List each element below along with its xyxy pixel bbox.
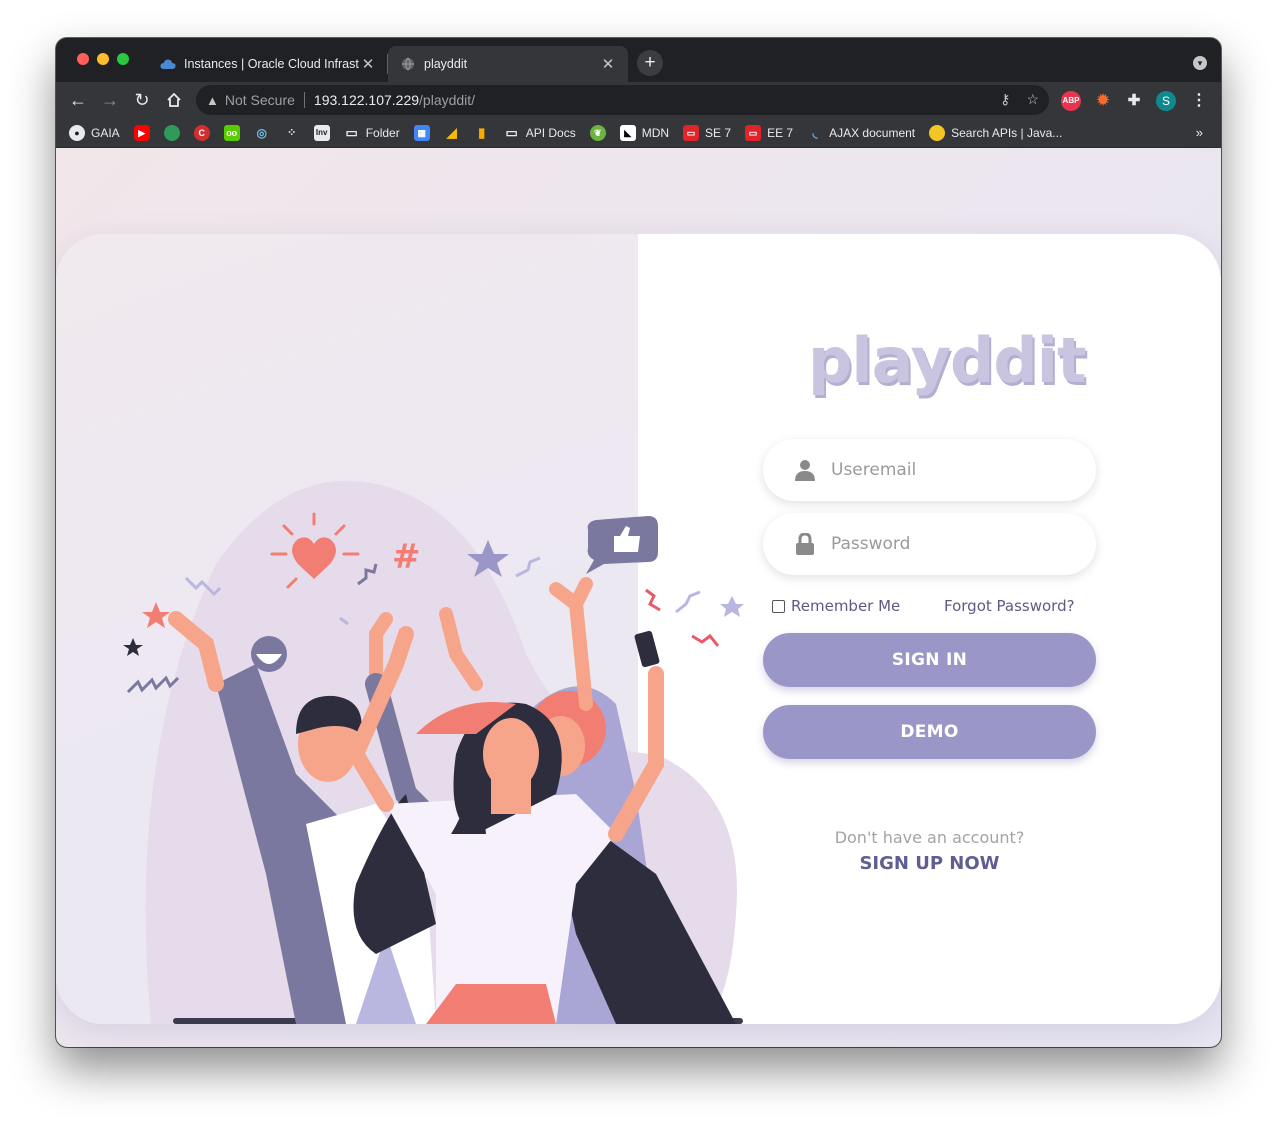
celebrating-people-illustration: #: [123, 480, 744, 1024]
swirl-icon: ◎: [256, 125, 267, 140]
url-path: /playddit/: [419, 92, 476, 108]
bookmark-ads[interactable]: ◢: [444, 125, 460, 141]
bookmark-se7[interactable]: ▭ SE 7: [683, 124, 731, 141]
bookmark-spring[interactable]: ❦: [589, 124, 606, 141]
address-bar[interactable]: ▲ Not Secure 193.122.107.229/playddit/ ⚷…: [196, 85, 1049, 115]
profile-avatar[interactable]: S: [1156, 91, 1176, 111]
jquery-icon: ◟: [812, 124, 818, 140]
svg-text:#: #: [392, 537, 421, 577]
forgot-password-link[interactable]: Forgot Password?: [944, 597, 1075, 615]
mdn-icon: ◣: [619, 124, 636, 141]
cloud-icon: [160, 56, 176, 72]
globe-icon: [400, 56, 416, 72]
tab-close-icon[interactable]: ✕: [360, 55, 376, 73]
oracle-icon: ▭: [745, 124, 762, 141]
remember-me[interactable]: Remember Me: [772, 597, 900, 615]
login-card: # playddit Useremail Remember Me Forgot …: [56, 234, 1221, 1024]
home-icon[interactable]: [162, 88, 186, 112]
extensions-puzzle-icon[interactable]: ✚: [1124, 91, 1144, 111]
warning-icon[interactable]: ▲: [206, 93, 219, 108]
bookmark-analytics[interactable]: ▮: [474, 125, 490, 141]
bookmark-star-icon[interactable]: ☆: [1026, 91, 1039, 108]
playddit-logo: playddit: [808, 324, 1087, 397]
github-icon: ●: [69, 124, 85, 141]
url-host: 193.122.107.229: [313, 92, 420, 108]
lock-icon: [795, 533, 815, 555]
security-label[interactable]: Not Secure: [225, 92, 295, 108]
analytics-icon: ▮: [478, 124, 486, 140]
bookmark-api-docs[interactable]: ▭ API Docs: [504, 125, 576, 141]
password-field[interactable]: [763, 513, 1096, 575]
bookmark-duolingo[interactable]: oo: [223, 124, 240, 141]
calendar-icon: ▦: [413, 124, 430, 141]
globe-green-icon: [163, 124, 180, 141]
forward-icon[interactable]: →: [98, 88, 122, 112]
browser-toolbar: ← → ↻ ▲ Not Secure 193.122.107.229/playd…: [56, 82, 1221, 118]
tab-title: Instances | Oracle Cloud Infrast: [184, 57, 359, 71]
inv-icon: Inv: [313, 124, 330, 141]
duolingo-icon: oo: [223, 124, 240, 141]
bookmark-globe[interactable]: [163, 124, 180, 141]
email-field[interactable]: [763, 439, 1096, 501]
oracle-icon: ▭: [683, 124, 700, 141]
bookmark-ajax[interactable]: ◟ AJAX document: [807, 124, 916, 141]
page-viewport: # playddit Useremail Remember Me Forgot …: [56, 148, 1221, 1047]
remember-checkbox[interactable]: [772, 599, 785, 613]
tab-search-icon[interactable]: ▾: [1193, 56, 1207, 70]
tab-title: playddit: [424, 57, 468, 71]
email-input[interactable]: [831, 460, 1061, 480]
sign-up-link[interactable]: SIGN UP NOW: [763, 853, 1096, 874]
address-divider: [303, 92, 305, 108]
spring-icon: ❦: [589, 124, 606, 141]
fire-extension-icon[interactable]: ✹: [1093, 91, 1113, 111]
sign-in-button[interactable]: SIGN IN: [763, 633, 1096, 687]
back-icon[interactable]: ←: [66, 88, 90, 112]
bookmarks-bar: ● GAIA ▶ C oo ◎ ⁘ Inv ▭ Folder ▦ ◢ ▮ ▭ API …: [56, 118, 1221, 148]
bookmark-ee7[interactable]: ▭ EE 7: [745, 124, 793, 141]
bookmark-inv[interactable]: Inv: [313, 124, 330, 141]
tab-playddit[interactable]: playddit ✕: [388, 46, 628, 82]
browser-menu-icon[interactable]: ⋮: [1189, 91, 1209, 111]
no-account-text: Don't have an account?: [834, 828, 1025, 847]
demo-button[interactable]: DEMO: [763, 705, 1096, 759]
bookmark-folder[interactable]: ▭ Folder: [344, 125, 400, 141]
dots-icon: ⁘: [287, 126, 297, 139]
bookmark-swirl[interactable]: ◎: [254, 125, 270, 141]
remember-label: Remember Me: [791, 597, 901, 615]
bookmark-gaia[interactable]: ● GAIA: [69, 124, 120, 141]
bookmark-youtube[interactable]: ▶: [133, 124, 150, 141]
adblock-extension-icon[interactable]: ABP: [1061, 91, 1081, 111]
tab-oracle-cloud[interactable]: Instances | Oracle Cloud Infrast ✕: [148, 46, 388, 82]
close-window-button[interactable]: [77, 53, 89, 65]
tab-close-icon[interactable]: ✕: [600, 55, 616, 73]
maximize-window-button[interactable]: [117, 53, 129, 65]
password-input[interactable]: [831, 534, 1061, 554]
bookmark-search-apis[interactable]: Search APIs | Java...: [929, 124, 1062, 141]
new-tab-button[interactable]: +: [637, 50, 663, 76]
browser-window: Instances | Oracle Cloud Infrast ✕ playd…: [56, 38, 1221, 1047]
bookmark-dots[interactable]: ⁘: [284, 125, 300, 141]
youtube-icon: ▶: [133, 124, 150, 141]
minimize-window-button[interactable]: [97, 53, 109, 65]
folder-icon: ▭: [345, 124, 358, 140]
key-icon[interactable]: ⚷: [1000, 91, 1010, 108]
more-bookmarks-icon[interactable]: »: [1196, 125, 1203, 140]
bookmark-c[interactable]: C: [193, 124, 210, 141]
bookmark-calendar[interactable]: ▦: [413, 124, 430, 141]
ads-icon: ◢: [446, 124, 457, 140]
c-red-icon: C: [193, 124, 210, 141]
tab-strip: Instances | Oracle Cloud Infrast ✕ playd…: [56, 38, 1221, 82]
reload-icon[interactable]: ↻: [130, 88, 154, 112]
java-icon: [929, 124, 946, 141]
user-icon: [795, 459, 815, 481]
bookmark-mdn[interactable]: ◣ MDN: [619, 124, 669, 141]
folder-icon: ▭: [505, 124, 518, 140]
